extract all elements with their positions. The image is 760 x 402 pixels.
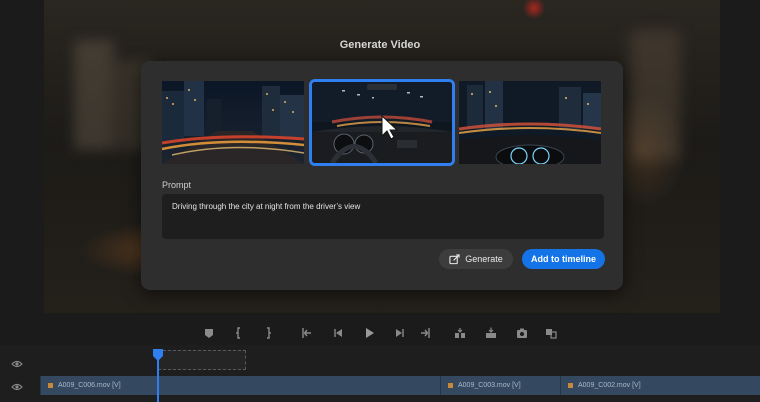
mark-in-icon[interactable]	[232, 326, 246, 340]
overwrite-icon[interactable]	[484, 326, 498, 340]
clip-marker-icon	[568, 383, 573, 388]
generate-button[interactable]: Generate	[439, 249, 513, 269]
export-frame-icon[interactable]	[515, 326, 529, 340]
timeline-clip[interactable]: A009_C002.mov [V]	[560, 376, 760, 395]
step-forward-icon[interactable]	[392, 326, 406, 340]
dialog-title: Generate Video	[339, 39, 421, 51]
prompt-input[interactable]: Driving through the city at night from t…	[162, 194, 604, 239]
generate-label: Generate	[465, 254, 503, 264]
clip-label: A009_C006.mov [V]	[58, 382, 121, 389]
mark-out-icon[interactable]	[261, 326, 275, 340]
comparison-view-icon[interactable]	[544, 326, 558, 340]
clip-label: A009_C002.mov [V]	[578, 382, 641, 389]
video-thumbnail-3[interactable]	[459, 81, 601, 164]
generation-placeholder-range	[158, 350, 246, 370]
video-thumbnail-1[interactable]	[162, 81, 304, 164]
video-thumbnail-2-selected[interactable]	[309, 79, 455, 166]
clip-marker-icon	[448, 383, 453, 388]
generate-edit-icon	[449, 253, 460, 264]
clip-label: A009_C003.mov [V]	[458, 382, 521, 389]
add-marker-icon[interactable]	[202, 326, 216, 340]
play-icon[interactable]	[362, 326, 376, 340]
clip-marker-icon	[48, 383, 53, 388]
eye-icon[interactable]	[11, 359, 23, 369]
transport-controls	[0, 326, 760, 342]
insert-icon[interactable]	[453, 326, 467, 340]
dashboard-view-image	[459, 81, 601, 164]
go-to-out-icon[interactable]	[418, 326, 432, 340]
step-back-icon[interactable]	[332, 326, 346, 340]
eye-icon[interactable]	[11, 382, 23, 392]
generate-video-dialog: Prompt Driving through the city at night…	[141, 61, 623, 290]
timeline-clip[interactable]: A009_C003.mov [V]	[440, 376, 558, 395]
add-to-timeline-button[interactable]: Add to timeline	[522, 249, 605, 269]
driver-view-image	[312, 82, 452, 163]
timeline-clip[interactable]: A009_C006.mov [V]	[40, 376, 438, 395]
playhead-line[interactable]	[157, 357, 159, 402]
city-street-image	[162, 81, 304, 164]
timeline-panel: A009_C006.mov [V] A009_C003.mov [V] A009…	[0, 345, 760, 402]
prompt-label: Prompt	[162, 180, 192, 190]
go-to-in-icon[interactable]	[300, 326, 314, 340]
